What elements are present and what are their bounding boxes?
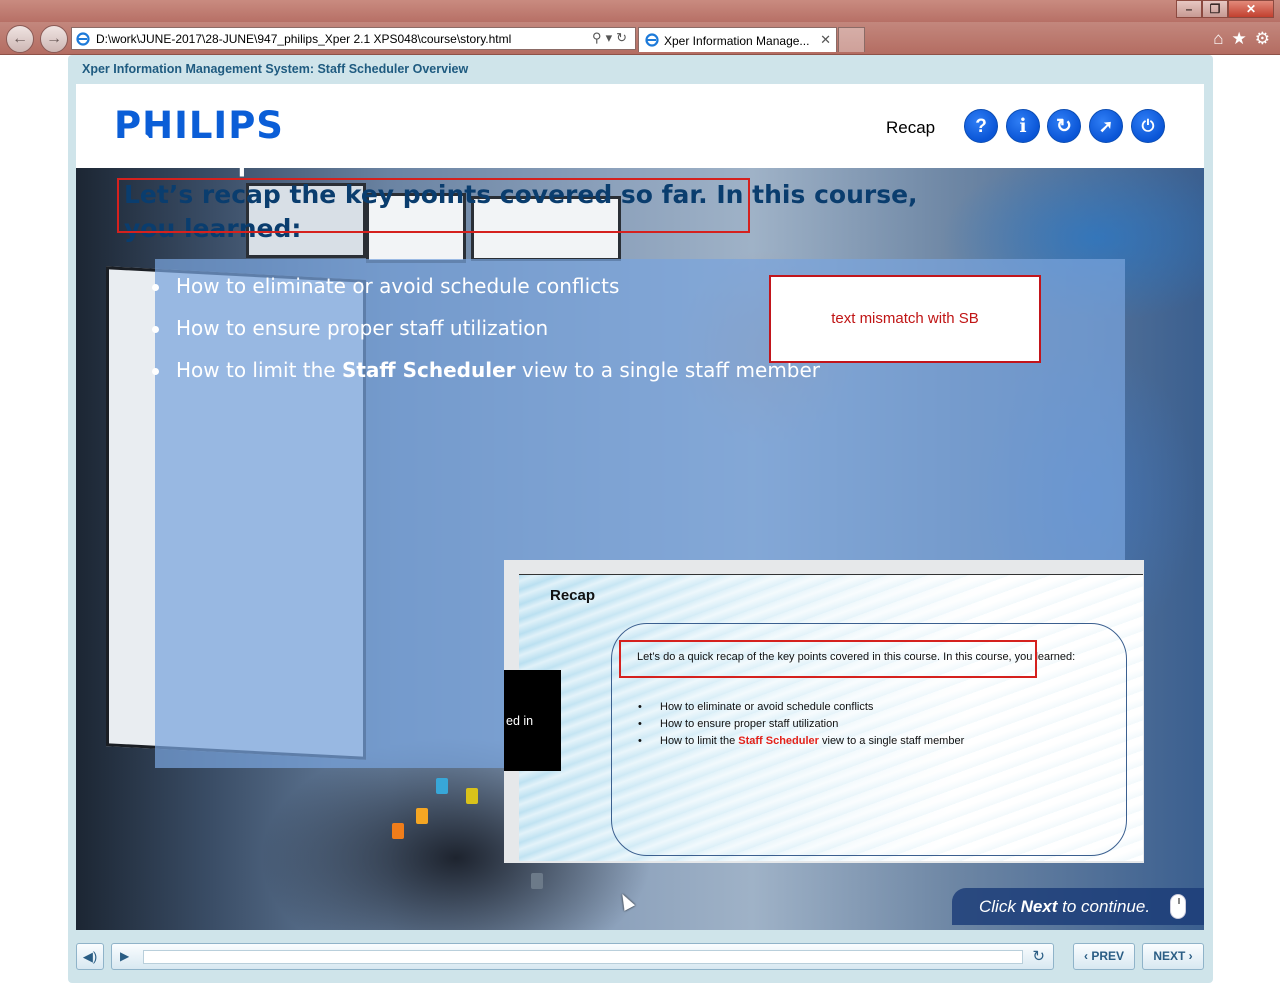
ie-logo-icon	[645, 33, 659, 47]
home-icon[interactable]: ⌂	[1213, 29, 1223, 49]
continue-prompt: Click Next to continue.	[952, 888, 1204, 925]
storyboard-bullet-list: How to eliminate or avoid schedule confl…	[638, 699, 964, 750]
recap-bullet-list: How to eliminate or avoid schedule confl…	[152, 270, 820, 396]
window-controls: – ❐ ✕	[1176, 0, 1274, 18]
back-arrow-icon[interactable]: ←	[6, 25, 34, 53]
keyboard-keys	[466, 788, 478, 804]
favorites-star-icon[interactable]: ★	[1232, 29, 1247, 49]
list-item: How to ensure proper staff utilization	[638, 716, 964, 733]
next-button[interactable]: NEXT ›	[1142, 943, 1204, 970]
info-icon[interactable]: i	[1006, 109, 1040, 143]
prev-button[interactable]: ‹ PREV	[1073, 943, 1135, 970]
chevron-right-icon: ›	[1185, 949, 1193, 963]
list-item: How to eliminate or avoid schedule confl…	[638, 699, 964, 716]
black-overlay: ed in	[504, 670, 561, 771]
storyboard-title: Recap	[550, 587, 596, 604]
mouse-icon	[1170, 894, 1186, 919]
browser-tab[interactable]: Xper Information Manage... ✕	[638, 27, 837, 52]
settings-gear-icon[interactable]: ⚙	[1255, 29, 1270, 49]
restore-icon[interactable]: ❐	[1202, 0, 1228, 18]
help-icon[interactable]: ?	[964, 109, 998, 143]
tab-title: Xper Information Manage...	[664, 34, 810, 48]
compass-icon[interactable]: ➚	[1089, 109, 1123, 143]
power-icon[interactable]: ⏻	[1131, 109, 1165, 143]
keyboard-keys	[392, 823, 404, 839]
course-title: Xper Information Management System: Staf…	[82, 62, 469, 76]
ie-logo-icon	[76, 32, 90, 46]
list-item: How to ensure proper staff utilization	[152, 312, 820, 354]
continue-text: Click Next to continue.	[979, 897, 1151, 916]
review-comment: text mismatch with SB	[769, 275, 1041, 363]
replay-icon[interactable]: ↻	[1032, 947, 1045, 965]
storyboard-slide: Recap Let’s do a quick recap of the key …	[519, 574, 1143, 861]
new-tab-button[interactable]	[838, 27, 865, 52]
play-icon[interactable]: ▶	[120, 949, 129, 963]
progress-track[interactable]	[143, 950, 1023, 964]
list-item: How to eliminate or avoid schedule confl…	[152, 270, 820, 312]
list-item: How to limit the Staff Scheduler view to…	[152, 354, 820, 396]
volume-button[interactable]: ◀)	[76, 943, 104, 970]
next-label: NEXT	[1153, 949, 1186, 963]
address-search-refresh-icons[interactable]: ⚲▾↻	[592, 30, 631, 46]
refresh-icon[interactable]: ↻	[1047, 109, 1081, 143]
close-window-icon[interactable]: ✕	[1228, 0, 1274, 18]
browser-toolbar-icons: ⌂ ★ ⚙	[1213, 29, 1270, 49]
seekbar: ▶ ↻	[111, 943, 1054, 970]
black-overlay-text: ed in	[506, 714, 534, 728]
forward-arrow-icon[interactable]: →	[40, 25, 68, 53]
close-tab-icon[interactable]: ✕	[820, 32, 831, 48]
url-text: D:\work\JUNE-2017\28-JUNE\947_philips_Xp…	[96, 32, 512, 46]
address-bar[interactable]: D:\work\JUNE-2017\28-JUNE\947_philips_Xp…	[71, 27, 636, 50]
browser-navbar: ← → D:\work\JUNE-2017\28-JUNE\947_philip…	[0, 22, 1280, 55]
section-label: Recap	[886, 118, 936, 137]
keyboard-keys	[436, 778, 448, 794]
storyboard-highlight-box	[619, 640, 1037, 678]
slide-title: Recap	[124, 124, 265, 178]
list-item: How to limit the Staff Scheduler view to…	[638, 733, 964, 750]
storyboard-screenshot: Recap Let’s do a quick recap of the key …	[504, 560, 1144, 863]
keyboard-keys	[531, 873, 543, 889]
speaker-icon: ◀)	[82, 949, 98, 964]
window-titlebar: – ❐ ✕	[0, 0, 1280, 22]
review-highlight-box	[117, 178, 750, 233]
prev-label: PREV	[1091, 949, 1125, 963]
keyboard-keys	[416, 808, 428, 824]
minimize-icon[interactable]: –	[1176, 0, 1202, 18]
